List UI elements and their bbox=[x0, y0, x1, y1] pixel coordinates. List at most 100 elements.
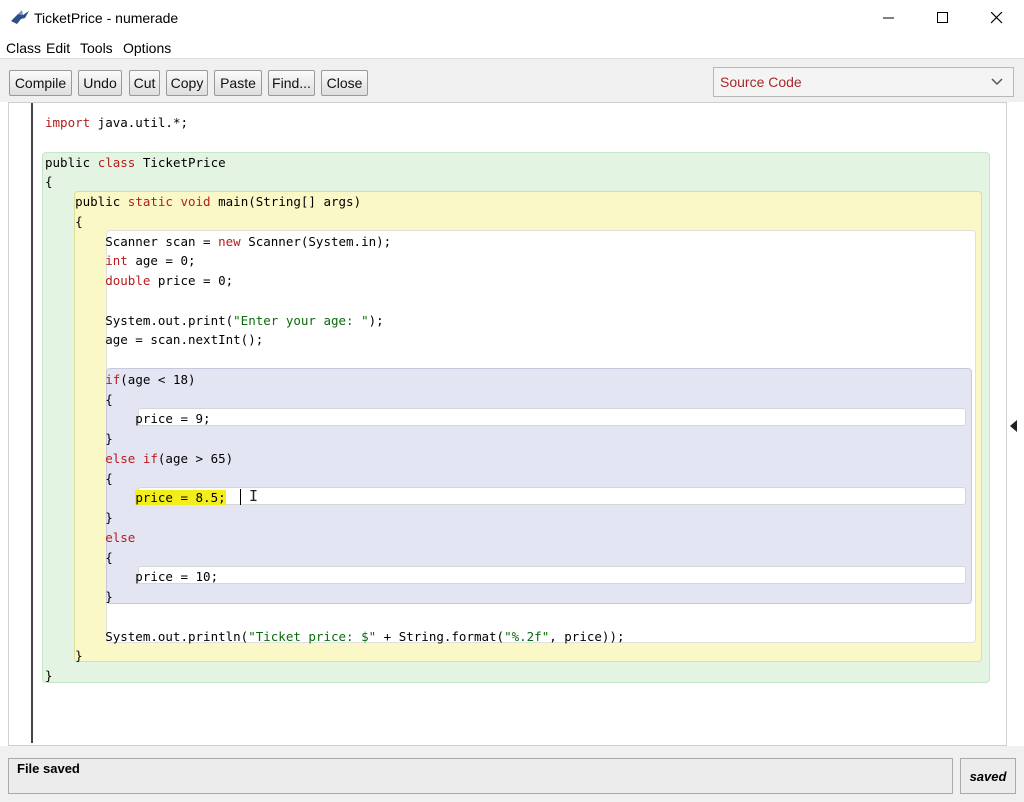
code-token: } bbox=[45, 648, 83, 664]
paste-button[interactable]: Paste bbox=[214, 70, 262, 96]
copy-button[interactable]: Copy bbox=[166, 70, 208, 96]
maximize-icon bbox=[937, 12, 948, 23]
code-token: else if bbox=[105, 450, 158, 466]
code-token: age = 0; bbox=[127, 253, 196, 269]
code-token: Scanner scan = bbox=[45, 233, 219, 249]
close-window-button[interactable] bbox=[970, 0, 1024, 36]
code-line[interactable]: price = 10; bbox=[45, 569, 218, 585]
title-bar: TicketPrice - numerade bbox=[0, 0, 1024, 36]
code-token: else bbox=[105, 529, 136, 545]
code-token: double bbox=[105, 273, 151, 288]
if-branch-block bbox=[138, 408, 966, 426]
code-token: } bbox=[45, 668, 53, 683]
code-token: } bbox=[45, 431, 113, 446]
code-line[interactable]: { bbox=[45, 174, 53, 190]
menu-edit[interactable]: Edit bbox=[46, 40, 70, 56]
code-token: { bbox=[45, 549, 113, 565]
code-line[interactable]: System.out.print("Enter your age: "); bbox=[45, 312, 383, 329]
code-token: java.util.*; bbox=[90, 115, 188, 130]
code-token: if bbox=[105, 371, 121, 387]
menu-tools[interactable]: Tools bbox=[80, 40, 113, 56]
code-editor[interactable]: import java.util.*; public class TicketPr… bbox=[8, 102, 1007, 746]
code-token: } bbox=[45, 510, 113, 525]
code-token: TicketPrice bbox=[135, 154, 226, 170]
code-token: "%.2f" bbox=[504, 628, 550, 644]
code-token: + String.format( bbox=[376, 628, 505, 644]
code-line[interactable]: { bbox=[45, 471, 113, 487]
code-line[interactable]: double price = 0; bbox=[45, 273, 233, 289]
code-token: System.out.println( bbox=[45, 628, 249, 644]
bluej-bird-icon bbox=[11, 10, 29, 24]
find-button[interactable]: Find... bbox=[268, 70, 315, 96]
code-token: "Ticket price: $" bbox=[248, 628, 377, 644]
code-line[interactable]: { bbox=[45, 550, 113, 566]
else-branch-block bbox=[138, 566, 966, 584]
code-token: main(String[] args) bbox=[210, 194, 362, 209]
code-token: new bbox=[218, 233, 241, 249]
ibeam-cursor-icon: I bbox=[249, 487, 259, 505]
code-line[interactable]: } bbox=[45, 431, 113, 447]
code-token: class bbox=[97, 154, 136, 170]
code-line[interactable]: Scanner scan = new Scanner(System.in); bbox=[45, 234, 391, 250]
menu-options[interactable]: Options bbox=[123, 40, 171, 56]
code-line[interactable]: } bbox=[45, 668, 53, 684]
code-line[interactable]: else if(age > 65) bbox=[45, 451, 233, 467]
code-token: void bbox=[180, 194, 211, 209]
minimize-icon bbox=[883, 17, 894, 19]
code-line[interactable]: } bbox=[45, 589, 113, 605]
view-select[interactable]: Source Code bbox=[713, 67, 1014, 97]
code-line[interactable]: public static void main(String[] args) bbox=[45, 194, 361, 210]
code-token: import bbox=[45, 115, 91, 130]
code-line[interactable]: } bbox=[45, 510, 113, 526]
maximize-button[interactable] bbox=[916, 0, 970, 36]
code-token: price = 9; bbox=[45, 411, 211, 427]
code-token: price = 10; bbox=[45, 569, 219, 585]
code-token: public bbox=[45, 154, 98, 170]
code-token: { bbox=[45, 213, 83, 229]
code-token: { bbox=[45, 470, 113, 486]
code-line[interactable]: System.out.println("Ticket price: $" + S… bbox=[45, 628, 625, 645]
code-token: "Enter your age: " bbox=[233, 312, 369, 328]
code-line[interactable]: age = scan.nextInt(); bbox=[45, 332, 263, 348]
collapse-arrow-icon[interactable] bbox=[1010, 420, 1018, 432]
code-line[interactable]: int age = 0; bbox=[45, 253, 196, 269]
code-token: public bbox=[45, 194, 128, 209]
code-token: price = 0; bbox=[150, 273, 234, 288]
compile-button[interactable]: Compile bbox=[9, 70, 72, 96]
code-line[interactable]: { bbox=[45, 392, 113, 408]
code-line[interactable]: import java.util.*; bbox=[45, 115, 188, 131]
code-line[interactable]: public class TicketPrice bbox=[45, 155, 226, 171]
code-token: { bbox=[45, 391, 113, 407]
cut-button[interactable]: Cut bbox=[129, 70, 160, 96]
code-line[interactable]: price = 8.5; bbox=[45, 490, 226, 506]
code-token: { bbox=[45, 174, 53, 190]
code-token: age = scan.nextInt(); bbox=[45, 332, 264, 348]
code-line[interactable]: price = 9; bbox=[45, 411, 211, 427]
code-token: } bbox=[45, 589, 113, 604]
code-line[interactable]: { bbox=[45, 214, 83, 230]
code-line[interactable]: else bbox=[45, 530, 135, 546]
view-select-value: Source Code bbox=[720, 74, 802, 90]
code-token: price = 8.5; bbox=[135, 490, 226, 506]
text-caret bbox=[240, 489, 241, 505]
close-icon bbox=[991, 12, 1003, 24]
code-token: (age < 18) bbox=[120, 371, 196, 387]
code-line[interactable]: if(age < 18) bbox=[45, 371, 196, 388]
undo-button[interactable]: Undo bbox=[78, 70, 122, 96]
code-line[interactable]: } bbox=[45, 648, 83, 664]
gutter-divider bbox=[31, 103, 33, 743]
close-button[interactable]: Close bbox=[321, 70, 368, 96]
menu-class[interactable]: Class bbox=[6, 40, 41, 56]
status-message: File saved bbox=[8, 758, 953, 794]
menu-bar: Class Edit Tools Options bbox=[0, 36, 1024, 58]
code-token: System.out.print( bbox=[45, 312, 234, 328]
minimize-button[interactable] bbox=[862, 0, 916, 36]
status-bar: File saved saved bbox=[0, 746, 1024, 802]
code-token: , price)); bbox=[549, 628, 625, 644]
